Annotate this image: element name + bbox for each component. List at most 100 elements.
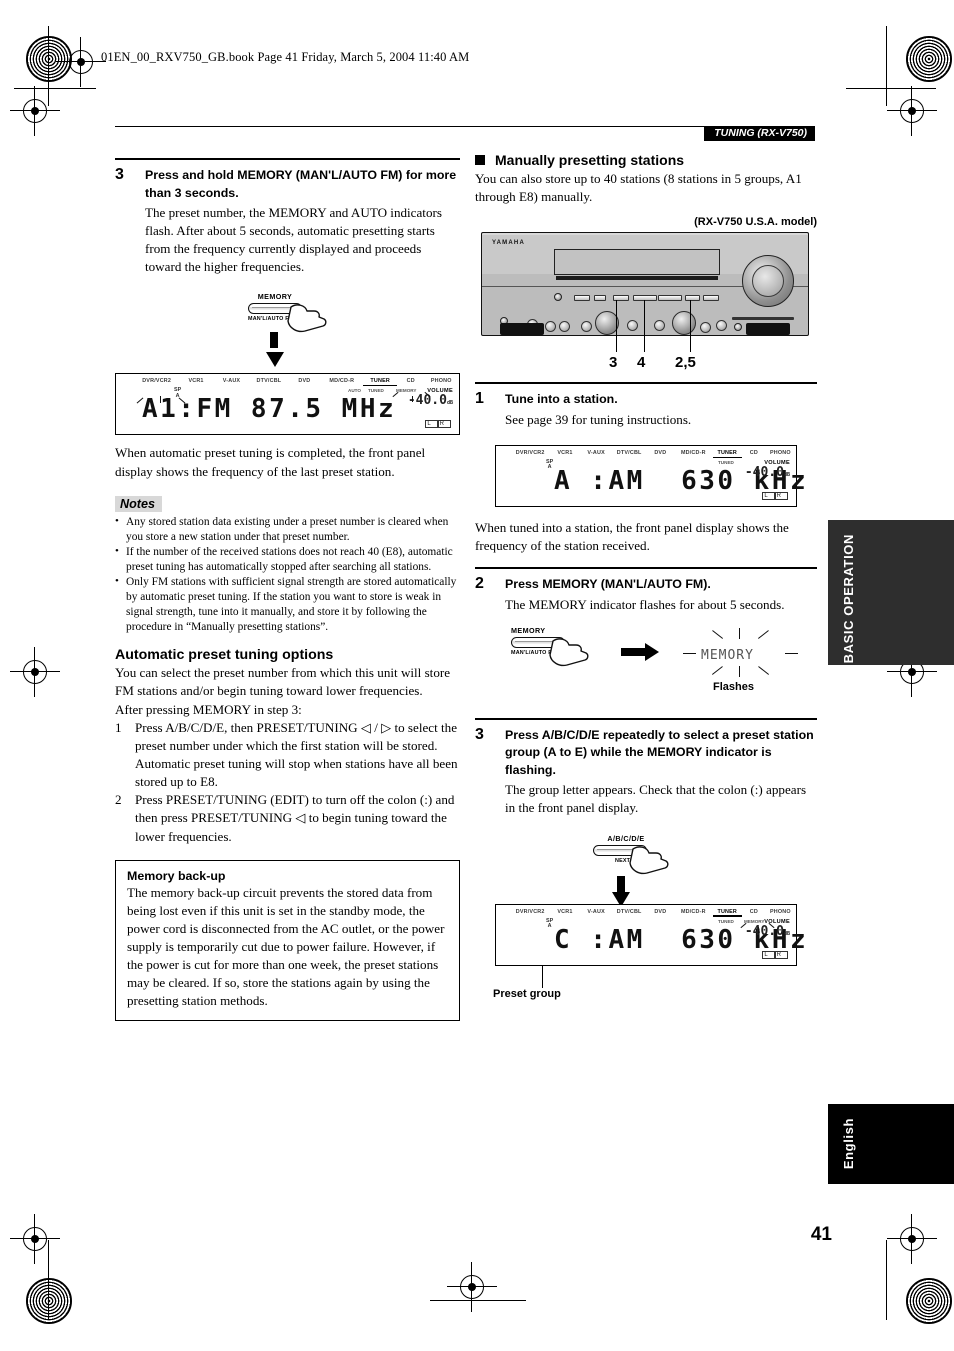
display1-source-row: DVR/VCR2 VCR1 V-AUX DTV/CBL DVD MD/CD-R … xyxy=(116,378,459,388)
crop-line-top-left-v xyxy=(48,26,49,106)
receiver-display-window xyxy=(554,249,720,276)
section-title-bar: TUNING (RX-V750) xyxy=(704,126,815,141)
crop-line-top-right-v xyxy=(886,26,887,106)
step-2-body: The MEMORY indicator flashes for about 5… xyxy=(505,596,785,612)
step-divider xyxy=(115,158,460,160)
step-1-number: 1 xyxy=(475,390,484,408)
standby-switch xyxy=(554,293,562,302)
flow-arrow-right-head xyxy=(645,642,659,661)
memory-flash-group: MEMORY Flashes xyxy=(675,626,815,693)
display1-source-4: DVD xyxy=(298,378,311,385)
auto-preset-options-intro: You can select the preset number from wh… xyxy=(115,664,451,699)
callout-line-3 xyxy=(616,300,618,353)
memory-backup-heading: Memory back-up xyxy=(127,868,226,883)
display1-volume-value: -40.0dB xyxy=(387,394,453,408)
right-after-display2-text: When tuned into a station, the front pan… xyxy=(475,519,789,553)
display3-source-5: MD/CD-R xyxy=(680,908,706,915)
display1-source-8: PHONO xyxy=(430,378,452,385)
memory-flash-illustration: MEMORY MAN'L/AUTO FM MEMORY Flashes xyxy=(475,626,817,700)
step-2-number: 2 xyxy=(475,574,484,592)
callout-numbers-row: 3 4 2,5 xyxy=(481,352,817,378)
display3-source-3: DTV/CBL xyxy=(616,908,642,915)
front-panel-display-1: DVR/VCR2 VCR1 V-AUX DTV/CBL DVD MD/CD-R … xyxy=(115,373,460,436)
memory-backup-body: The memory back-up circuit prevents the … xyxy=(127,884,445,1008)
display1-source-7: CD xyxy=(406,378,415,385)
program-selector-knob xyxy=(672,311,696,336)
display1-source-3: DTV/CBL xyxy=(256,378,282,385)
note-item: Any stored station data existing under a… xyxy=(115,514,460,545)
display1-auto-indicator: AUTO xyxy=(348,388,361,394)
note-item: Only FM stations with sufficient signal … xyxy=(115,574,460,635)
right-column: Manually presetting stations You can als… xyxy=(475,152,817,1002)
auto-preset-options-list: 1 Press A/B/C/D/E, then PRESET/TUNING ◁ … xyxy=(115,719,460,845)
registration-mark-top-left xyxy=(56,37,106,87)
display2-sp-indicator: SP A xyxy=(546,458,554,471)
side-tab-basic-operation-label: BASIC OPERATION xyxy=(841,534,856,664)
display3-source-8: PHONO xyxy=(770,908,791,915)
video-aux-panel xyxy=(732,317,794,321)
receiver-front-panel-diagram: YAMAHA xyxy=(481,232,809,353)
display1-source-2: V-AUX xyxy=(222,378,241,385)
registration-mark-bottom-left xyxy=(10,1214,60,1264)
video-aux-jack-1 xyxy=(734,323,742,332)
display3-source-row: DVR/VCR2 VCR1 V-AUX DTV/CBL DVD MD/CD-R … xyxy=(496,909,796,919)
receiver-foot-left xyxy=(500,323,544,336)
receiver-display-shadow xyxy=(556,276,718,281)
display3-volume-value: -40.0dB xyxy=(724,924,790,939)
flash-ray-top-left xyxy=(711,629,724,639)
display1-volume-unit: dB xyxy=(446,400,453,407)
auto-preset-option-text: Press PRESET/TUNING (EDIT) to turn off t… xyxy=(135,792,455,844)
display1-flash-ray-5 xyxy=(412,396,413,403)
display2-source-4: DVD xyxy=(654,449,667,456)
crop-line-top-left-h xyxy=(14,88,96,89)
callout-number-3: 3 xyxy=(609,354,618,372)
step-3-right-heading: Press A/B/C/D/E repeatedly to select a p… xyxy=(505,727,814,777)
side-tab-english-label: English xyxy=(841,1118,856,1170)
step-2-block: 2 Press MEMORY (MAN'L/AUTO FM). The MEMO… xyxy=(475,574,817,614)
display1-flash-ray-2 xyxy=(160,396,161,404)
step-divider xyxy=(475,566,817,569)
crop-line-top-right-h xyxy=(846,88,936,89)
notes-list: Any stored station data existing under a… xyxy=(115,514,460,635)
flash-ray-top xyxy=(739,627,741,639)
display2-main-text: A :AM 630 kHz xyxy=(554,465,809,496)
notes-block: Notes Any stored station data existing u… xyxy=(115,495,460,635)
flash-ray-bottom-right xyxy=(757,665,770,675)
model-tag: (RX-V750 U.S.A. model) xyxy=(694,216,817,229)
auto-preset-option-item: 2 Press PRESET/TUNING (EDIT) to turn off… xyxy=(115,791,460,845)
crop-line-bottom-center-h xyxy=(430,1300,526,1301)
step-3-block: 3 Press and hold MEMORY (MAN'L/AUTO FM) … xyxy=(115,166,460,276)
file-header-line: 01EN_00_RXV750_GB.book Page 41 Friday, M… xyxy=(101,50,470,64)
display2-volume-value: -40.0dB xyxy=(724,465,790,480)
display3-sp-label: SP xyxy=(546,917,554,924)
display2-channel-flags: LR xyxy=(762,491,788,500)
flash-ray-bottom-left xyxy=(711,665,724,675)
auto-preset-options-intro2: After pressing MEMORY in step 3: xyxy=(115,702,302,718)
document-page: 01EN_00_RXV750_GB.book Page 41 Friday, M… xyxy=(0,0,954,1351)
receiver-foot-right xyxy=(746,323,790,336)
step-3-right-number: 3 xyxy=(475,725,484,743)
registration-mark-mid-left xyxy=(10,647,60,697)
auto-preset-option-number: 1 xyxy=(115,720,122,736)
manual-preset-heading-row: Manually presetting stations xyxy=(475,152,817,168)
memory-man-l-auto-fm-button xyxy=(685,295,700,302)
display2-volume: VOLUME -40.0dB xyxy=(724,460,790,480)
display1-source-5: MD/CD-R xyxy=(329,378,355,385)
tuning-mode-button xyxy=(703,295,719,302)
callout-number-2-5: 2,5 xyxy=(675,354,696,372)
step-1-block: 1 Tune into a station. See page 39 for t… xyxy=(475,390,817,429)
flash-ray-right xyxy=(785,652,798,654)
flow-arrow-right xyxy=(621,642,659,661)
step-2-heading: Press MEMORY (MAN'L/AUTO FM). xyxy=(505,576,711,591)
auto-preset-option-item: 1 Press A/B/C/D/E, then PRESET/TUNING ◁ … xyxy=(115,719,460,791)
side-tab-english: English xyxy=(828,1104,954,1184)
display3-volume: VOLUME -40.0dB xyxy=(724,919,790,939)
display3-main-text: C :AM 630 kHz xyxy=(554,924,809,955)
flow-arrow-stem xyxy=(270,332,278,349)
registration-mark-bottom-right xyxy=(887,1214,937,1264)
display1-source-0: DVR/VCR2 xyxy=(142,378,172,385)
side-tab-basic-operation: BASIC OPERATION xyxy=(828,520,954,665)
step-1-heading: Tune into a station. xyxy=(505,392,618,407)
display3-source-1: VCR1 xyxy=(557,908,573,915)
display3-source-7: CD xyxy=(749,908,758,915)
